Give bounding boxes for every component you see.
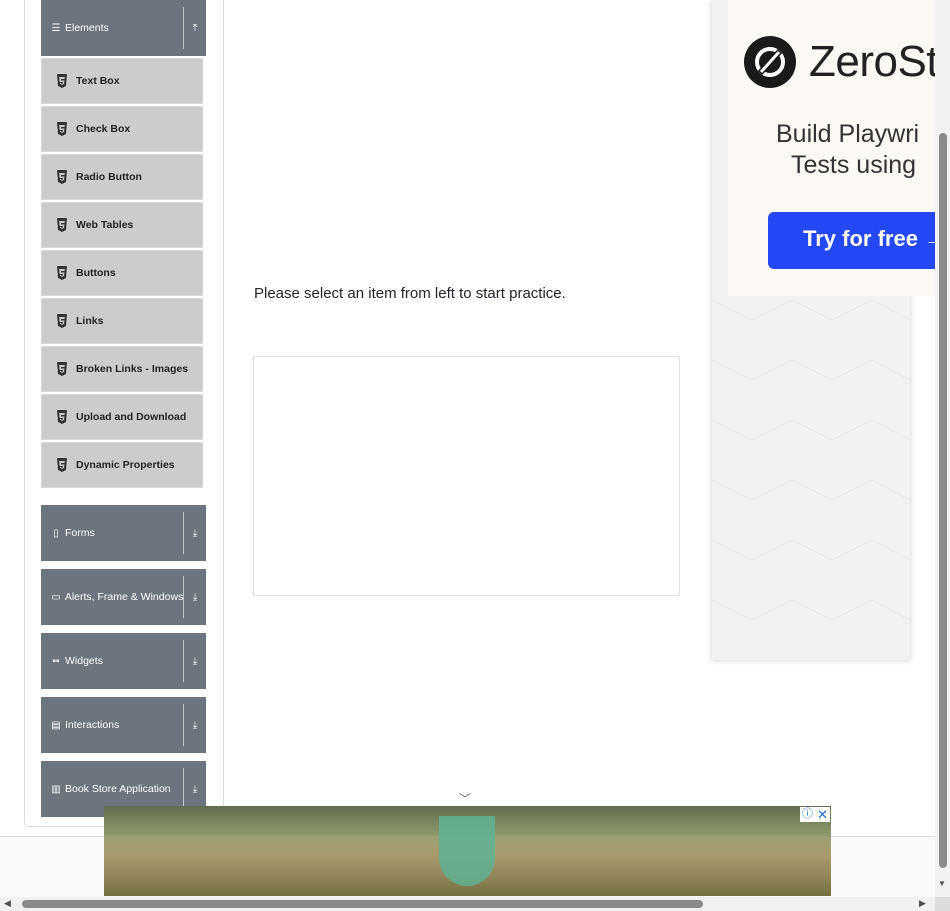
sidebar-item[interactable]: Broken Links - Images (41, 346, 203, 392)
sidebar-item-label: Upload and Download (76, 411, 187, 423)
group-label: Forms (65, 527, 95, 539)
vertical-scroll-thumb[interactable] (939, 133, 947, 868)
scroll-right-arrow-icon[interactable]: ▶ (919, 898, 926, 909)
ad-brand: ZeroSt (809, 37, 939, 86)
expand-down-icon: ⤓ (192, 655, 198, 667)
html5-icon (57, 362, 67, 376)
ad-info-icon[interactable]: ⓘ (800, 807, 815, 822)
sidebar-item[interactable]: Upload and Download (41, 394, 203, 440)
expand-down-icon: ⤓ (192, 783, 198, 795)
scroll-down-arrow-icon[interactable]: ▼ (938, 879, 946, 888)
collapse-up-icon: ⤒ (192, 22, 198, 34)
sidebar-item-label: Check Box (76, 123, 131, 135)
html5-icon (57, 410, 67, 424)
sidebar-item-label: Links (76, 315, 104, 327)
html5-icon (57, 458, 67, 472)
html5-icon (57, 74, 67, 88)
expand-down-icon: ⤓ (192, 527, 198, 539)
sidebar-item-label: Text Box (76, 75, 120, 87)
group-header[interactable]: ▪▪ Widgets ⤓ (41, 633, 206, 689)
document-icon: ▯ (53, 527, 59, 539)
sidebar-item[interactable]: Radio Button (41, 154, 203, 200)
group-header[interactable]: ▭ Alerts, Frame & Windows ⤓ (41, 569, 206, 625)
sidebar-item-label: Web Tables (76, 219, 134, 231)
practice-prompt: Please select an item from left to start… (254, 285, 566, 302)
html5-icon (57, 218, 67, 232)
html5-icon (57, 314, 67, 328)
content-box (253, 356, 680, 596)
expand-down-icon: ⤓ (192, 591, 198, 603)
sidebar-item[interactable]: Text Box (41, 58, 203, 104)
sidebar-item[interactable]: Links (41, 298, 203, 344)
sidebar-item[interactable]: Check Box (41, 106, 203, 152)
ad-shield-logo-icon (439, 816, 495, 886)
group-label: Alerts, Frame & Windows (64, 591, 184, 603)
html5-icon (57, 266, 67, 280)
html5-icon (57, 170, 67, 184)
scroll-left-arrow-icon[interactable]: ◀ (4, 898, 11, 909)
group-header[interactable]: ▤ Interactions ⤓ (41, 697, 206, 753)
group-label: Elements (65, 22, 109, 34)
sidebar-item-label: Dynamic Properties (76, 459, 175, 471)
window-icon: ▭ (51, 591, 61, 603)
ad-close-icon[interactable]: ✕ (815, 807, 830, 822)
sidebar-item[interactable]: Web Tables (41, 202, 203, 248)
ad-banner-bottom[interactable] (104, 806, 831, 896)
sidebar-item[interactable]: Dynamic Properties (41, 442, 203, 488)
chevron-down-icon[interactable]: ﹀ (459, 790, 471, 807)
group-label: Interactions (65, 719, 120, 731)
expand-down-icon: ⤓ (192, 719, 198, 731)
horizontal-scroll-thumb[interactable] (22, 900, 703, 908)
scrollbar-corner (935, 897, 950, 911)
group-header[interactable]: ▯ Forms ⤓ (41, 505, 206, 561)
ad-headline-2: Tests using (791, 151, 917, 179)
sidebar-item-label: Buttons (76, 267, 116, 279)
ad-cta-button[interactable]: Try for free → (768, 212, 948, 269)
html5-icon (57, 122, 67, 136)
zerostep-logo-icon (744, 36, 796, 88)
sidebar-item[interactable]: Buttons (41, 250, 203, 296)
hamburger-icon: ☰ (51, 22, 61, 34)
group-label: Book Store Application (65, 783, 171, 795)
ad-headline-1: Build Playwri (776, 120, 920, 148)
sidebar-item-label: Broken Links - Images (76, 363, 189, 375)
list-icon: ▤ (51, 719, 61, 731)
group-header-elements[interactable]: ☰ Elements ⤒ (41, 0, 206, 56)
grid-icon: ▪▪ (52, 655, 60, 667)
sidebar-item-label: Radio Button (76, 171, 142, 183)
books-icon: ▥ (51, 783, 61, 795)
group-label: Widgets (65, 655, 103, 667)
